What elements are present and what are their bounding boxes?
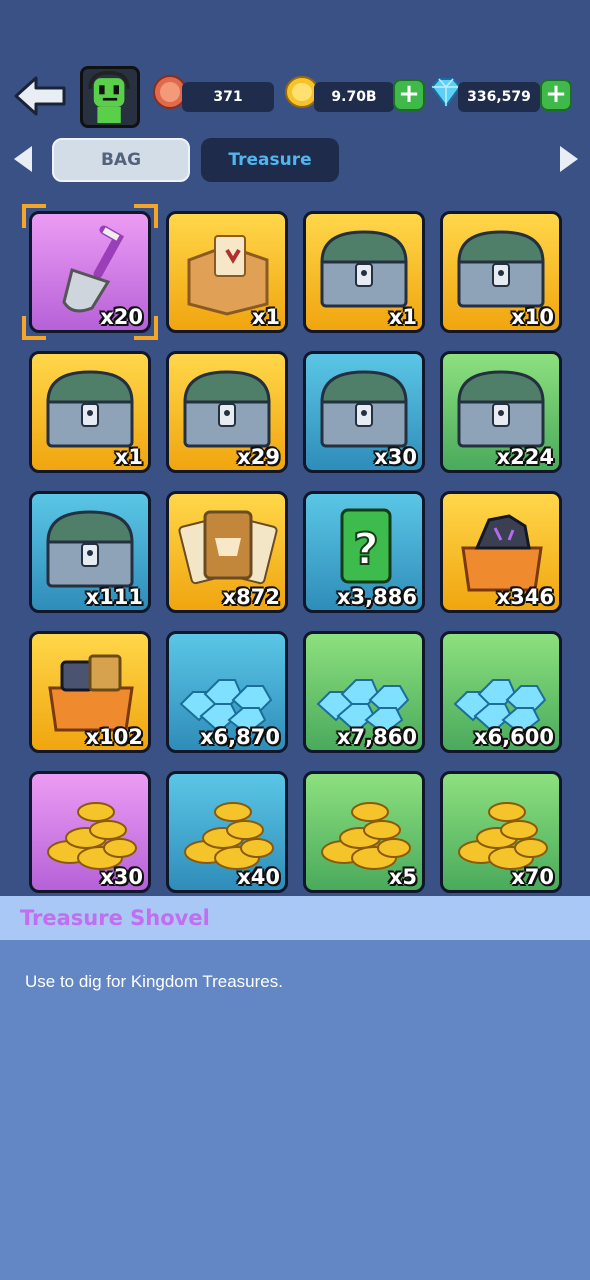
tab-bag[interactable]: BAG	[52, 138, 190, 182]
selection-corner	[22, 204, 46, 228]
gold-value: 9.70B	[331, 89, 377, 105]
item-count: x1	[388, 305, 417, 329]
item-count: x6,600	[474, 725, 554, 749]
svg-text:?: ?	[353, 524, 379, 575]
question-card-icon: ?	[340, 508, 392, 584]
item-slot-gem-pile-2[interactable]: x7,860	[303, 631, 425, 753]
item-count: x3,886	[337, 585, 417, 609]
coin-pile-icon	[321, 802, 411, 870]
item-count: x70	[511, 865, 554, 889]
tab-treasure[interactable]: Treasure	[201, 138, 339, 182]
item-count: x224	[496, 445, 554, 469]
player-avatar[interactable]	[80, 66, 140, 128]
gold-counter: 9.70B	[314, 82, 394, 112]
gem-pile-icon	[453, 679, 547, 736]
chest-icon	[46, 370, 134, 448]
item-slot-blue-chest[interactable]: x111	[29, 491, 151, 613]
back-arrow-icon[interactable]	[12, 74, 68, 118]
gems-value: 336,579	[467, 89, 531, 105]
item-count: x1	[251, 305, 280, 329]
item-count: x5	[388, 865, 417, 889]
item-detail-body: Use to dig for Kingdom Treasures.	[0, 940, 590, 1280]
item-count: x7,860	[337, 725, 417, 749]
item-slot-gold-chest[interactable]: x29	[166, 351, 288, 473]
item-grid: x20 x1 x1 x10 x1 x29 x30 x224 x111 x872? x3,886 x34…	[22, 204, 566, 893]
item-count: x111	[85, 585, 143, 609]
item-slot-card-box[interactable]: x1	[166, 211, 288, 333]
item-slot-blue-silver-chest[interactable]: x30	[303, 351, 425, 473]
item-slot-gold-coins-4[interactable]: x70	[440, 771, 562, 893]
item-count: x30	[100, 865, 143, 889]
item-count: x30	[374, 445, 417, 469]
item-count: x29	[237, 445, 280, 469]
item-detail-header: Treasure Shovel	[0, 896, 590, 940]
card-box-icon	[187, 235, 269, 316]
gems-counter: 336,579	[458, 82, 540, 112]
item-slot-gold-coins-3[interactable]: x5	[303, 771, 425, 893]
chest-icon	[457, 370, 545, 448]
add-gold-button[interactable]: +	[393, 79, 425, 111]
item-count: x102	[85, 725, 143, 749]
tab-prev-arrow-icon[interactable]	[10, 144, 36, 174]
item-slot-rune-stone-box[interactable]: x346	[440, 491, 562, 613]
cards-icon	[178, 510, 278, 585]
item-slot-hero-cards[interactable]: x872	[166, 491, 288, 613]
chest-icon	[320, 370, 408, 448]
add-gems-button[interactable]: +	[540, 79, 572, 111]
item-slot-gold-coins-1[interactable]: x30	[29, 771, 151, 893]
selection-corner	[134, 204, 158, 228]
item-slot-gold-coins-2[interactable]: x40	[166, 771, 288, 893]
gem-pile-icon	[179, 679, 273, 736]
coin-pile-icon	[458, 802, 548, 870]
item-slot-purple-gold-chest[interactable]: x1	[29, 351, 151, 473]
material-box-icon	[48, 654, 134, 732]
top-bar: 371 9.70B + 336,579 +	[0, 60, 590, 140]
chest-icon	[457, 230, 545, 308]
chest-icon	[320, 230, 408, 308]
item-slot-wooden-chest[interactable]: x224	[440, 351, 562, 473]
item-slot-silver-green-chest-2[interactable]: x10	[440, 211, 562, 333]
tab-next-arrow-icon[interactable]	[556, 144, 582, 174]
coin-pile-icon	[184, 802, 274, 870]
selection-corner	[134, 316, 158, 340]
item-detail-title: Treasure Shovel	[20, 906, 210, 930]
item-count: x6,870	[200, 725, 280, 749]
shovel-icon	[62, 225, 125, 313]
chest-icon	[183, 370, 271, 448]
item-slot-material-box[interactable]: x102	[29, 631, 151, 753]
gem-pile-icon	[316, 679, 410, 736]
item-count: x40	[237, 865, 280, 889]
item-count: x10	[511, 305, 554, 329]
tab-bag-label: BAG	[100, 150, 142, 170]
item-detail-description: Use to dig for Kingdom Treasures.	[25, 972, 283, 991]
item-slot-silver-green-chest[interactable]: x1	[303, 211, 425, 333]
robot-avatar-icon	[88, 70, 130, 124]
medal-value: 371	[213, 89, 243, 105]
coin-pile-icon	[47, 802, 137, 870]
item-slot-treasure-shovel[interactable]: x20	[29, 211, 151, 333]
medal-counter: 371	[182, 82, 274, 112]
item-slot-gem-pile-3[interactable]: x6,600	[440, 631, 562, 753]
item-count: x872	[222, 585, 280, 609]
rune-box-icon	[461, 514, 543, 592]
selection-corner	[22, 316, 46, 340]
chest-icon	[46, 510, 134, 588]
item-slot-gem-pile-1[interactable]: x6,870	[166, 631, 288, 753]
tab-treasure-label: Treasure	[228, 150, 312, 170]
item-slot-mystery-card[interactable]: ? x3,886	[303, 491, 425, 613]
item-count: x1	[114, 445, 143, 469]
item-count: x346	[496, 585, 554, 609]
